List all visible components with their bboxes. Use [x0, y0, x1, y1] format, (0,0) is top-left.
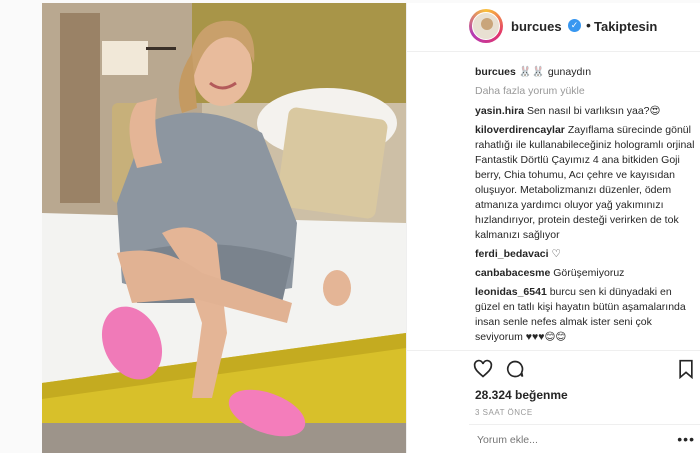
caption: burcues 🐰🐰 gunaydın [475, 65, 697, 80]
instagram-post-frame: burcues ✓ • Takiptesin burcues 🐰🐰 gunayd… [0, 0, 700, 453]
post-header: burcues ✓ • Takiptesin [407, 3, 700, 52]
add-comment-input[interactable] [475, 431, 679, 449]
post-photo-illustration [42, 3, 406, 453]
bookmark-icon[interactable] [677, 359, 697, 380]
comment-username[interactable]: ferdi_bedavaci [475, 248, 549, 260]
comment-username[interactable]: leonidas_6541 [475, 286, 547, 298]
comments-list: burcues 🐰🐰 gunaydın Daha fazla yorum yük… [475, 65, 697, 349]
comment-item: ferdi_bedavaci ♡ [475, 247, 697, 262]
separator-dot: • [586, 17, 591, 33]
header-username[interactable]: burcues [511, 19, 562, 34]
comment-username[interactable]: kiloverdirencaylar [475, 124, 565, 136]
comment-item: kiloverdirencaylar Zayıflama sürecinde g… [475, 123, 697, 243]
comment-text: Sen nasıl bi varlıksın yaa?😍 [526, 105, 661, 117]
verified-badge-icon: ✓ [568, 19, 581, 32]
avatar-image [472, 12, 500, 40]
comment-text: Görüşemiyoruz [553, 267, 625, 279]
caption-text: 🐰🐰 gunaydın [518, 66, 592, 78]
post-actions: 28.324 beğenme 3 SAAT ÖNCE ••• [407, 350, 700, 449]
comment-text: Zayıflama sürecinde gönül rahatlığı ile … [475, 124, 695, 241]
comment-text: ♡ [551, 248, 561, 260]
more-options-icon[interactable]: ••• [677, 431, 695, 447]
post-timestamp: 3 SAAT ÖNCE [475, 408, 533, 417]
comment-username[interactable]: yasin.hira [475, 105, 524, 117]
follow-status-button[interactable]: Takiptesin [594, 19, 657, 34]
comment-item: leonidas_6541 burcu sen ki dünyadaki en … [475, 285, 697, 345]
post-side-panel: burcues ✓ • Takiptesin burcues 🐰🐰 gunayd… [406, 3, 700, 453]
caption-username[interactable]: burcues [475, 66, 516, 78]
post-photo[interactable] [42, 3, 406, 453]
add-comment-bar: ••• [469, 424, 700, 449]
comment-item: canbabacesme Görüşemiyoruz [475, 266, 697, 281]
avatar[interactable] [469, 9, 503, 43]
comment-username[interactable]: canbabacesme [475, 267, 550, 279]
likes-count[interactable]: 28.324 beğenme [475, 388, 568, 402]
load-more-comments-link[interactable]: Daha fazla yorum yükle [475, 84, 697, 99]
heart-icon[interactable] [473, 359, 493, 379]
comment-bubble-icon[interactable] [505, 359, 525, 379]
comment-item: yasin.hira Sen nasıl bi varlıksın yaa?😍 [475, 104, 697, 119]
